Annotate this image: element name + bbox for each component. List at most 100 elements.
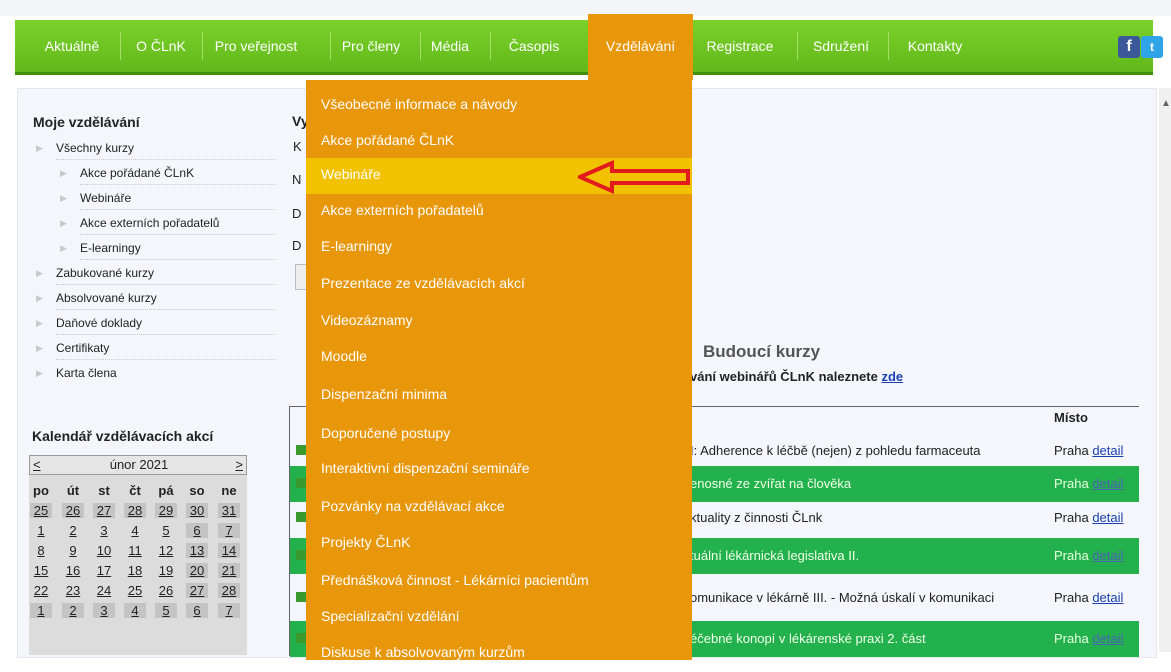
menu-item-dispenzacni-minima[interactable]: Dispenzační minima bbox=[306, 378, 692, 414]
nav-item-kontakty[interactable]: Kontakty bbox=[893, 20, 977, 72]
nav-item-pro-verejnost[interactable]: Pro veřejnost bbox=[205, 20, 307, 72]
nav-item-media[interactable]: Média bbox=[423, 20, 477, 72]
sidebar-item-danove-doklady[interactable]: ▶ Daňové doklady bbox=[36, 311, 276, 335]
course-icon bbox=[296, 478, 306, 488]
calendar-day[interactable]: 3 bbox=[93, 523, 115, 538]
calendar-day[interactable]: 19 bbox=[155, 563, 177, 578]
sidebar-item-akce-externich[interactable]: ▶ Akce externích pořadatelů bbox=[60, 211, 276, 235]
nav-item-aktualne[interactable]: Aktuálně bbox=[37, 20, 107, 72]
calendar-day[interactable]: 13 bbox=[186, 543, 208, 558]
calendar-day[interactable]: 18 bbox=[124, 563, 146, 578]
sidebar-item-zabukovane[interactable]: ▶ Zabukované kurzy bbox=[36, 261, 276, 285]
calendar-day[interactable]: 10 bbox=[93, 543, 115, 558]
sidebar-item-label: Absolvované kurzy bbox=[56, 291, 157, 305]
course-detail-link[interactable]: detail bbox=[1092, 510, 1123, 525]
calendar-day[interactable]: 4 bbox=[124, 523, 146, 538]
calendar-day[interactable]: 25 bbox=[124, 583, 146, 598]
menu-item-interaktivni-seminare[interactable]: Interaktivní dispenzační semináře bbox=[306, 452, 692, 488]
menu-item-projekty[interactable]: Projekty ČLnK bbox=[306, 526, 692, 562]
course-detail-link[interactable]: detail bbox=[1092, 548, 1123, 563]
calendar-day[interactable]: 2 bbox=[62, 603, 84, 618]
calendar-day[interactable]: 16 bbox=[62, 563, 84, 578]
sidebar-item-akce-clnk[interactable]: ▶ Akce pořádané ČLnK bbox=[60, 161, 276, 185]
nav-item-vzdelavani[interactable]: Vzdělávání bbox=[588, 14, 693, 80]
menu-item-videozaznamy[interactable]: Videozáznamy bbox=[306, 304, 692, 340]
calendar-next-link[interactable]: > bbox=[235, 457, 243, 472]
menu-item-diskuse[interactable]: Diskuse k absolvovaným kurzům bbox=[306, 636, 692, 672]
calendar-day[interactable]: 7 bbox=[218, 523, 240, 538]
calendar-day[interactable]: 2 bbox=[62, 523, 84, 538]
menu-item-moodle[interactable]: Moodle bbox=[306, 340, 692, 376]
course-name: éčebné konopí v lékárenské praxi 2. část bbox=[690, 631, 926, 646]
calendar-day[interactable]: 28 bbox=[218, 583, 240, 598]
menu-item-e-learningy[interactable]: E-learningy bbox=[306, 230, 692, 266]
calendar-day[interactable]: 14 bbox=[218, 543, 240, 558]
nav-item-registrace[interactable]: Registrace bbox=[695, 20, 785, 72]
menu-item-doporucene-postupy[interactable]: Doporučené postupy bbox=[306, 417, 692, 453]
calendar-day[interactable]: 30 bbox=[186, 503, 208, 518]
calendar-day[interactable]: 5 bbox=[155, 523, 177, 538]
calendar-day[interactable]: 15 bbox=[30, 563, 52, 578]
calendar-day[interactable]: 27 bbox=[93, 503, 115, 518]
menu-item-specializacni-vzdelani[interactable]: Specializační vzdělání bbox=[306, 600, 692, 636]
nav-item-o-clnk[interactable]: O ČLnK bbox=[125, 20, 197, 72]
calendar-day[interactable]: 26 bbox=[155, 583, 177, 598]
calendar-day[interactable]: 4 bbox=[124, 603, 146, 618]
course-icon bbox=[296, 512, 306, 522]
calendar-day[interactable]: 5 bbox=[155, 603, 177, 618]
nav-item-casopis[interactable]: Časopis bbox=[495, 20, 573, 72]
nav-separator bbox=[797, 32, 798, 60]
webinar-here-link[interactable]: zde bbox=[881, 369, 903, 384]
calendar-day[interactable]: 28 bbox=[124, 503, 146, 518]
nav-item-pro-cleny[interactable]: Pro členy bbox=[337, 20, 405, 72]
calendar-day[interactable]: 11 bbox=[124, 543, 146, 558]
course-detail-link[interactable]: detail bbox=[1092, 476, 1123, 491]
calendar-day[interactable]: 31 bbox=[218, 503, 240, 518]
calendar-day[interactable]: 1 bbox=[30, 603, 52, 618]
calendar-day[interactable]: 17 bbox=[93, 563, 115, 578]
calendar-day[interactable]: 9 bbox=[62, 543, 84, 558]
sidebar-item-karta-clena[interactable]: ▶ Karta člena bbox=[36, 361, 276, 385]
sidebar-item-absolvovane[interactable]: ▶ Absolvované kurzy bbox=[36, 286, 276, 310]
calendar-day[interactable]: 26 bbox=[62, 503, 84, 518]
calendar-day[interactable]: 24 bbox=[93, 583, 115, 598]
calendar-day[interactable]: 20 bbox=[186, 563, 208, 578]
course-city: Praha bbox=[1054, 548, 1089, 563]
nav-item-sdruzeni[interactable]: Sdružení bbox=[801, 20, 881, 72]
calendar-day[interactable]: 25 bbox=[30, 503, 52, 518]
menu-item-pozvanky[interactable]: Pozvánky na vzdělávací akce bbox=[306, 490, 692, 526]
calendar-day[interactable]: 12 bbox=[155, 543, 177, 558]
calendar-day[interactable]: 27 bbox=[186, 583, 208, 598]
calendar-day[interactable]: 6 bbox=[186, 523, 208, 538]
sidebar-item-label: Certifikaty bbox=[56, 341, 110, 355]
sidebar-item-certifikaty[interactable]: ▶ Certifikaty bbox=[36, 336, 276, 360]
calendar-day[interactable]: 3 bbox=[93, 603, 115, 618]
calendar-day[interactable]: 1 bbox=[30, 523, 52, 538]
scroll-up-icon[interactable]: ▲ bbox=[1161, 98, 1171, 109]
facebook-icon[interactable]: f bbox=[1118, 36, 1140, 58]
menu-item-akce-clnk[interactable]: Akce pořádané ČLnK bbox=[306, 124, 692, 160]
calendar-day[interactable]: 23 bbox=[62, 583, 84, 598]
course-detail-link[interactable]: detail bbox=[1092, 631, 1123, 646]
sidebar-item-webinare[interactable]: ▶ Webináře bbox=[60, 186, 276, 210]
menu-item-prezentace[interactable]: Prezentace ze vzdělávacích akcí bbox=[306, 267, 692, 303]
twitter-icon[interactable]: t bbox=[1141, 36, 1163, 58]
course-city: Praha bbox=[1054, 631, 1089, 646]
course-detail-link[interactable]: detail bbox=[1092, 443, 1123, 458]
sidebar-item-vsechny-kurzy[interactable]: ▶ Všechny kurzy bbox=[36, 136, 276, 160]
calendar-day[interactable]: 8 bbox=[30, 543, 52, 558]
scrollbar[interactable] bbox=[1159, 88, 1171, 652]
sidebar-item-e-learningy[interactable]: ▶ E-learningy bbox=[60, 236, 276, 260]
sidebar-title: Moje vzdělávání bbox=[33, 114, 140, 130]
calendar-day[interactable]: 7 bbox=[218, 603, 240, 618]
calendar-day[interactable]: 21 bbox=[218, 563, 240, 578]
calendar-month: únor 2021 bbox=[109, 457, 169, 472]
calendar-day[interactable]: 22 bbox=[30, 583, 52, 598]
calendar-weekday: st bbox=[98, 483, 110, 498]
course-detail-link[interactable]: detail bbox=[1092, 590, 1123, 605]
menu-item-prednaskova-cinnost[interactable]: Přednášková činnost - Lékárníci pacientů… bbox=[306, 564, 692, 600]
menu-item-akce-externich[interactable]: Akce externích pořadatelů bbox=[306, 194, 692, 230]
calendar-day[interactable]: 6 bbox=[186, 603, 208, 618]
menu-item-vseobecne-informace[interactable]: Všeobecné informace a návody bbox=[306, 88, 692, 124]
calendar-day[interactable]: 29 bbox=[155, 503, 177, 518]
